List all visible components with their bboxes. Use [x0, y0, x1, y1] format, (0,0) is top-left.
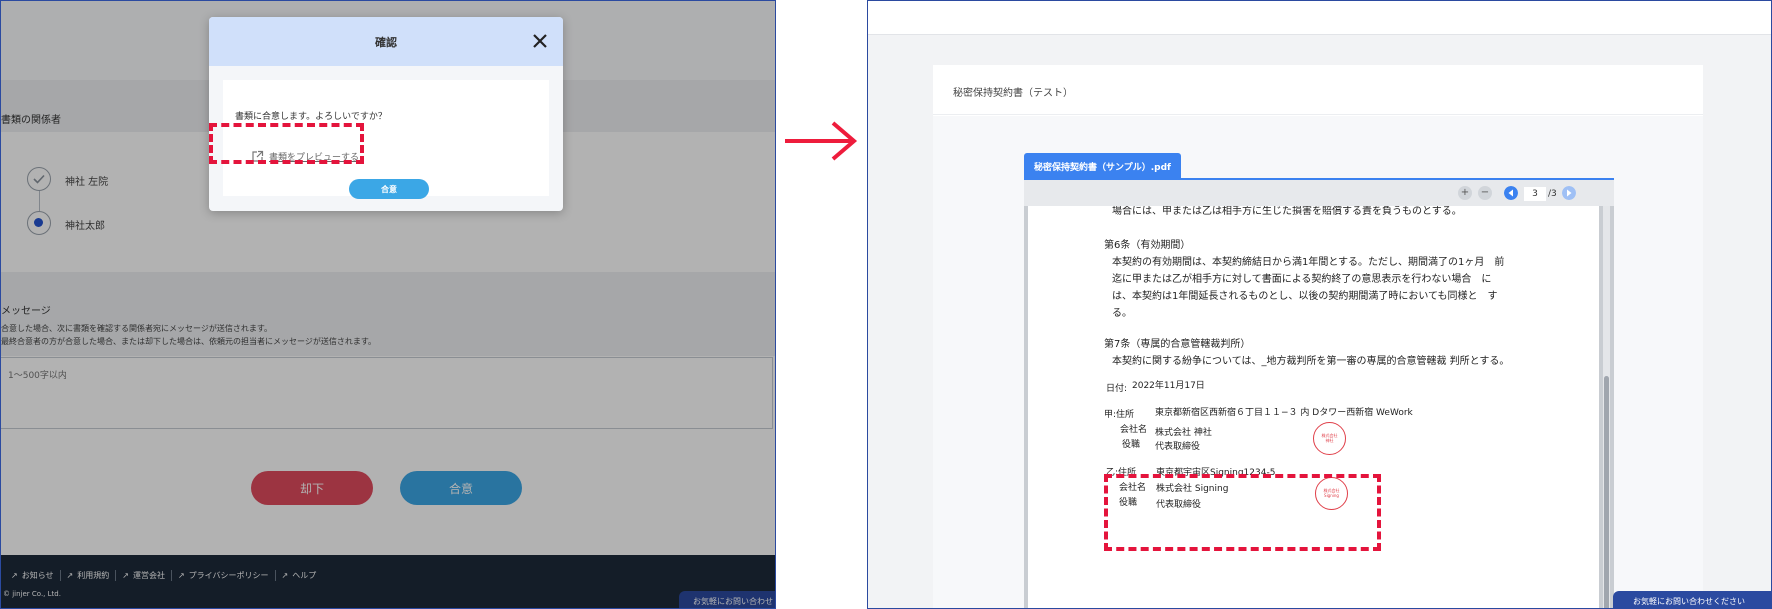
page-text: 本契約の有効期間は、本契約締結日から満1年間とする。ただし、期間満了の1ヶ月 前 — [1112, 257, 1505, 268]
article-7-title: 第7条（専属的合意管轄裁判所） — [1104, 339, 1251, 350]
left-screenshot: 書類の関係者 神社 左院 神社太郎 メッセージ 合意した場合、次に書類を確認する… — [0, 0, 776, 609]
party-a-address: 東京都新宿区西新宿６丁目１１−３ 内 Dタワー西新宿 WeWork — [1155, 408, 1413, 418]
file-tab[interactable]: 秘密保持契約書（サンプル）.pdf — [1024, 153, 1181, 178]
page-text: 迄に甲または乙が相手方に対して書面による契約終了の意思表示を行わない場合 に — [1112, 274, 1492, 285]
pdf-toolbar: + − 3/3 — [1024, 180, 1614, 206]
close-icon[interactable] — [531, 32, 549, 50]
page-text: る。 — [1112, 308, 1132, 319]
date-label: 日付: — [1106, 384, 1128, 394]
dialog-message: 書類に合意します。よろしいですか？ — [235, 112, 387, 122]
document-card-header: 秘密保持契約書（テスト） — [933, 65, 1703, 115]
date-value: 2022年11月17日 — [1132, 381, 1205, 391]
zoom-out-icon[interactable]: − — [1478, 186, 1492, 200]
page-text: は、本契約は1年間延長されるものとし、以後の契約期間満了時においても同様と す — [1112, 291, 1498, 302]
scrollbar-thumb[interactable] — [1604, 376, 1609, 608]
top-bar — [868, 1, 1771, 35]
zoom-in-icon[interactable]: + — [1458, 186, 1472, 200]
article-6-title: 第6条（有効期間） — [1104, 240, 1191, 251]
right-screenshot: 秘密保持契約書（テスト） 秘密保持契約書（サンプル）.pdf + − 3/3 場… — [867, 0, 1772, 609]
highlight-box — [1104, 474, 1381, 551]
party-a-company: 株式会社 神社 — [1155, 428, 1212, 438]
party-a-company-label: 会社名 — [1120, 425, 1148, 435]
party-a-role: 代表取締役 — [1155, 442, 1201, 452]
pdf-scrollbar[interactable] — [1603, 206, 1610, 608]
dialog-header: 確認 — [209, 17, 563, 66]
page-indicator: 3/3 — [1524, 187, 1557, 201]
page-text: 場合には、甲または乙は相手方に生じた損害を賠償する責を負うものとする。 — [1112, 206, 1462, 217]
document-title: 秘密保持契約書（テスト） — [953, 88, 1073, 99]
page-text: 本契約に関する紛争については、_地方裁判所を第一審の専属的合意管轄裁 判所とする… — [1112, 356, 1510, 367]
page-number-input[interactable]: 3 — [1524, 187, 1546, 201]
highlight-box — [209, 123, 364, 164]
confirm-dialog: 確認 書類に合意します。よろしいですか？ 書類をプレビューする 合意 — [209, 17, 563, 211]
party-a-address-label: 甲:住所 — [1104, 410, 1135, 420]
arrow-right-icon — [785, 121, 858, 161]
company-seal: 株式会社 神社 — [1313, 422, 1346, 455]
next-page-icon[interactable] — [1562, 186, 1576, 200]
contact-button[interactable]: お気軽にお問い合わせください — [1613, 591, 1771, 608]
party-a-role-label: 役職 — [1122, 440, 1141, 450]
page-total: /3 — [1548, 189, 1557, 199]
dialog-title: 確認 — [375, 36, 397, 49]
prev-page-icon[interactable] — [1504, 186, 1518, 200]
dialog-agree-button[interactable]: 合意 — [349, 179, 429, 199]
